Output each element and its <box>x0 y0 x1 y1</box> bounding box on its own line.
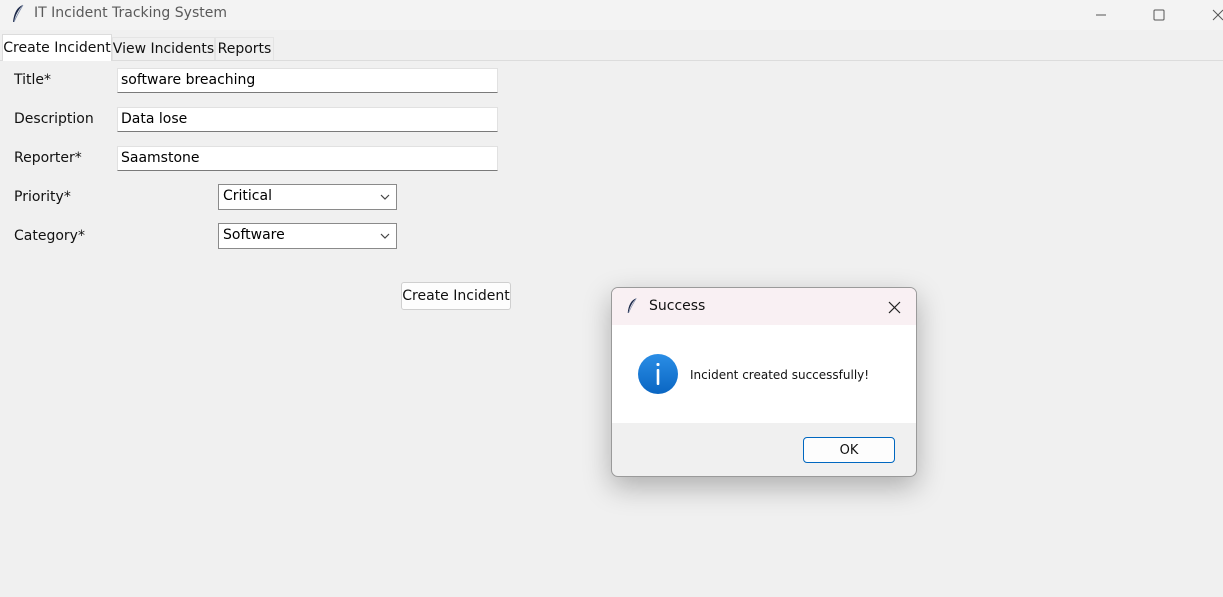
minimize-button[interactable] <box>1078 0 1124 30</box>
main-window: IT Incident Tracking System Create Incid… <box>0 0 1223 597</box>
ok-button[interactable]: OK <box>803 437 895 463</box>
description-label: Description <box>14 111 94 127</box>
tab-divider <box>0 60 1223 61</box>
priority-select[interactable]: Critical <box>218 184 397 210</box>
dialog-message: Incident created successfully! <box>690 368 870 382</box>
maximize-button[interactable] <box>1136 0 1182 30</box>
category-label: Category* <box>14 228 85 244</box>
description-input[interactable]: Data lose <box>117 107 498 132</box>
success-dialog: Success Incident created successfully! O… <box>611 287 917 477</box>
close-icon <box>888 301 900 313</box>
tab-create-incident[interactable]: Create Incident <box>2 34 112 61</box>
info-icon <box>638 354 678 394</box>
reporter-label: Reporter* <box>14 150 82 166</box>
close-button[interactable] <box>1195 0 1223 30</box>
chevron-down-icon <box>380 194 390 200</box>
chevron-down-icon <box>380 233 390 239</box>
create-incident-button[interactable]: Create Incident <box>401 282 511 310</box>
dialog-title-bar: Success <box>612 288 916 325</box>
minimize-icon <box>1096 14 1106 16</box>
close-icon <box>1212 9 1223 21</box>
priority-value: Critical <box>223 188 272 204</box>
dialog-close-button[interactable] <box>880 294 908 320</box>
title-input[interactable]: software breaching <box>117 68 498 93</box>
tab-reports[interactable]: Reports <box>215 37 274 60</box>
feather-icon <box>627 298 637 313</box>
category-value: Software <box>223 227 285 243</box>
title-label: Title* <box>14 72 52 88</box>
dialog-body: Incident created successfully! <box>612 325 916 423</box>
feather-icon <box>13 4 24 23</box>
title-bar: IT Incident Tracking System <box>0 0 1223 30</box>
priority-label: Priority* <box>14 189 71 205</box>
tab-view-incidents[interactable]: View Incidents <box>112 37 215 60</box>
window-title: IT Incident Tracking System <box>34 5 227 21</box>
dialog-title: Success <box>649 298 706 314</box>
reporter-input[interactable]: Saamstone <box>117 146 498 171</box>
maximize-icon <box>1153 9 1165 21</box>
category-select[interactable]: Software <box>218 223 397 249</box>
